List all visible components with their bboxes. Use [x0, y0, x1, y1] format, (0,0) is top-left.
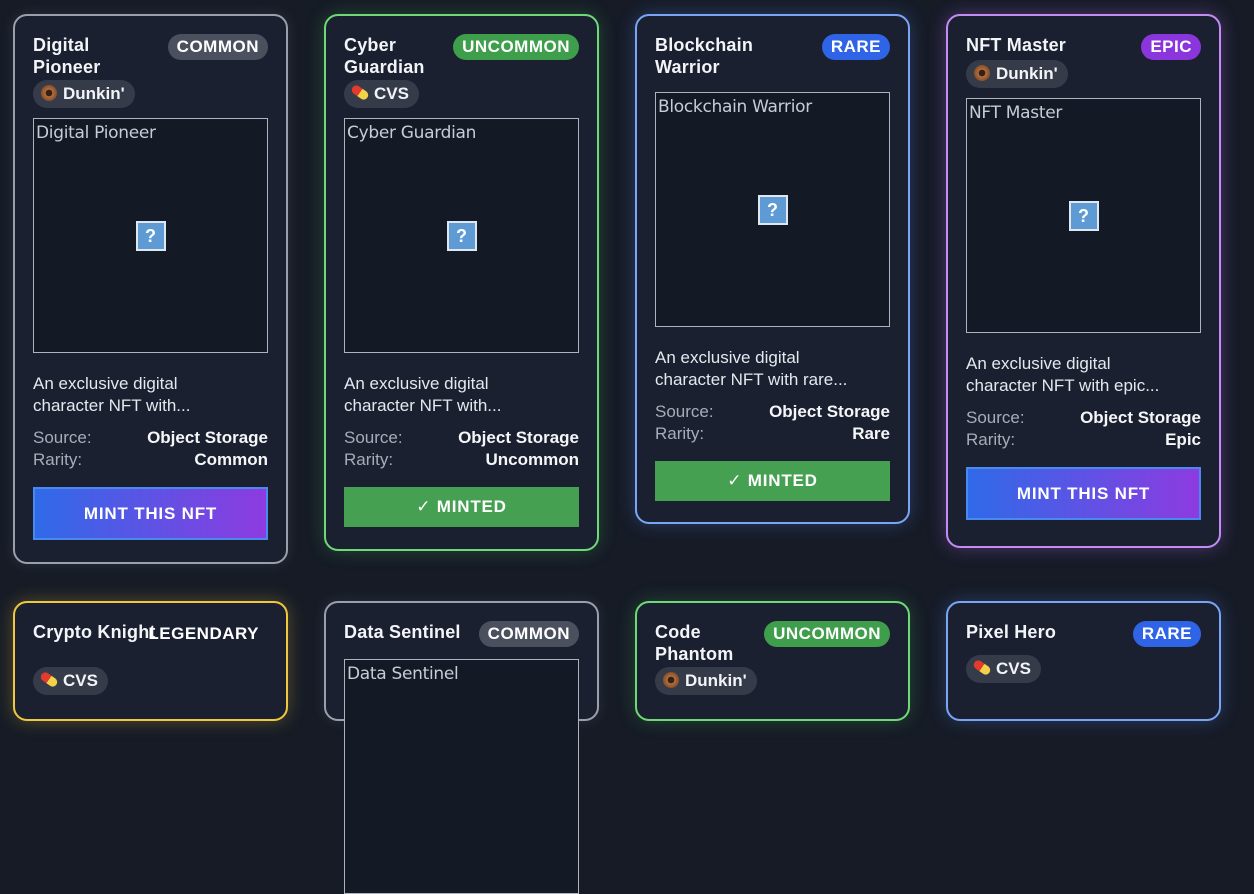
description-line: character NFT with epic...	[966, 376, 1160, 395]
card-title: Digital Pioneer	[33, 35, 101, 77]
description-line: character NFT with...	[33, 396, 191, 415]
card-meta: Source: Object Storage Rarity: Rare	[655, 401, 890, 445]
brand-label: Dunkin'	[996, 64, 1058, 83]
description-line: character NFT with rare...	[655, 370, 848, 389]
pill-icon	[350, 83, 370, 105]
source-label: Source:	[655, 402, 714, 421]
card-header: NFT Master EPIC	[966, 34, 1201, 60]
description-line: An exclusive digital	[344, 374, 489, 393]
broken-image-icon: ?	[757, 194, 788, 225]
rarity-badge: EPIC	[1141, 34, 1201, 60]
image-alt-text: Blockchain Warrior	[658, 97, 812, 117]
rarity-badge: COMMON	[167, 34, 268, 60]
donut-icon	[39, 83, 59, 105]
source-value: Object Storage	[1080, 408, 1201, 427]
brand-label: Dunkin'	[685, 671, 747, 690]
broken-image-icon: ?	[1068, 200, 1099, 231]
nft-card-blockchain-warrior: Blockchain Warrior RARE Blockchain Warri…	[635, 14, 910, 524]
source-value: Object Storage	[769, 402, 890, 421]
nft-card-cyber-guardian: Cyber Guardian UNCOMMON CVS Cyber Guardi…	[324, 14, 599, 551]
nft-image: Cyber Guardian ?	[344, 118, 579, 353]
card-title: Code Phantom	[655, 622, 734, 664]
image-alt-text: Data Sentinel	[347, 664, 459, 684]
card-title: Cyber Guardian	[344, 35, 425, 77]
brand-tag: Dunkin'	[655, 667, 757, 695]
mint-button[interactable]: MINT THIS NFT	[33, 487, 268, 540]
rarity-value: Epic	[1165, 430, 1201, 449]
description-line: character NFT with...	[344, 396, 502, 415]
card-header: Cyber Guardian UNCOMMON	[344, 34, 579, 78]
brand-label: CVS	[374, 84, 409, 103]
card-title: Blockchain Warrior	[655, 35, 754, 77]
nft-image: Digital Pioneer ?	[33, 118, 268, 353]
card-meta: Source: Object Storage Rarity: Common	[33, 427, 268, 471]
nft-card-code-phantom: Code Phantom UNCOMMON Dunkin'	[635, 601, 910, 721]
image-alt-text: Digital Pioneer	[36, 123, 156, 143]
nft-card-digital-pioneer: Digital Pioneer COMMON Dunkin' Digital P…	[13, 14, 288, 564]
source-label: Source:	[344, 428, 403, 447]
rarity-value: Uncommon	[485, 450, 580, 469]
pill-icon	[972, 658, 992, 680]
card-header: Crypto Knight LEGENDARY	[33, 621, 268, 665]
description-line: An exclusive digital	[966, 354, 1111, 373]
broken-image-icon: ?	[446, 220, 477, 251]
brand-tag: CVS	[344, 80, 419, 108]
nft-card-pixel-hero: Pixel Hero RARE CVS	[946, 601, 1221, 721]
card-title: Pixel Hero	[966, 622, 1057, 642]
nft-image: Data Sentinel	[344, 659, 579, 894]
rarity-value: Common	[194, 450, 268, 469]
card-header: Pixel Hero RARE	[966, 621, 1201, 647]
rarity-label: Rarity:	[344, 450, 394, 469]
source-label: Source:	[33, 428, 92, 447]
source-label: Source:	[966, 408, 1025, 427]
brand-tag: Dunkin'	[966, 60, 1068, 88]
card-header: Digital Pioneer COMMON	[33, 34, 268, 78]
rarity-badge: UNCOMMON	[764, 621, 890, 647]
card-header: Data Sentinel COMMON	[344, 621, 579, 647]
mint-button[interactable]: MINT THIS NFT	[966, 467, 1201, 520]
card-meta: Source: Object Storage Rarity: Uncommon	[344, 427, 579, 471]
pill-icon	[39, 670, 59, 692]
brand-label: Dunkin'	[63, 84, 125, 103]
card-header: Code Phantom UNCOMMON	[655, 621, 890, 665]
brand-tag: CVS	[966, 655, 1041, 683]
source-value: Object Storage	[147, 428, 268, 447]
rarity-label: Rarity:	[655, 424, 705, 443]
rarity-badge: UNCOMMON	[453, 34, 579, 60]
donut-icon	[972, 63, 992, 85]
minted-status: ✓ MINTED	[344, 487, 579, 527]
card-header: Blockchain Warrior RARE	[655, 34, 890, 78]
donut-icon	[661, 670, 681, 692]
nft-image: NFT Master ?	[966, 98, 1201, 333]
card-description: An exclusive digital character NFT with …	[966, 353, 1201, 397]
description-line: An exclusive digital	[33, 374, 178, 393]
nft-card-nft-master: NFT Master EPIC Dunkin' NFT Master ? An …	[946, 14, 1221, 548]
image-alt-text: Cyber Guardian	[347, 123, 477, 143]
card-description: An exclusive digital character NFT with.…	[33, 373, 268, 417]
brand-tag: CVS	[33, 667, 108, 695]
brand-tag: Dunkin'	[33, 80, 135, 108]
rarity-label: Rarity:	[33, 450, 83, 469]
brand-label: CVS	[63, 671, 98, 690]
card-description: An exclusive digital character NFT with.…	[344, 373, 579, 417]
card-title: NFT Master	[966, 35, 1067, 55]
source-value: Object Storage	[458, 428, 579, 447]
nft-card-data-sentinel: Data Sentinel COMMON Data Sentinel	[324, 601, 599, 894]
brand-label: CVS	[996, 659, 1031, 678]
nft-image: Blockchain Warrior ?	[655, 92, 890, 327]
rarity-badge: LEGENDARY	[148, 624, 259, 643]
broken-image-icon: ?	[135, 220, 166, 251]
rarity-label: Rarity:	[966, 430, 1016, 449]
card-description: An exclusive digital character NFT with …	[655, 347, 890, 391]
nft-card-crypto-knight: Crypto Knight LEGENDARY CVS	[13, 601, 288, 721]
description-line: An exclusive digital	[655, 348, 800, 367]
card-title: Data Sentinel	[344, 622, 461, 642]
minted-status: ✓ MINTED	[655, 461, 890, 501]
image-alt-text: NFT Master	[969, 103, 1063, 123]
card-meta: Source: Object Storage Rarity: Epic	[966, 407, 1201, 451]
rarity-badge: RARE	[1132, 621, 1201, 647]
rarity-badge: RARE	[821, 34, 890, 60]
rarity-value: Rare	[852, 424, 890, 443]
rarity-badge: COMMON	[478, 621, 579, 647]
